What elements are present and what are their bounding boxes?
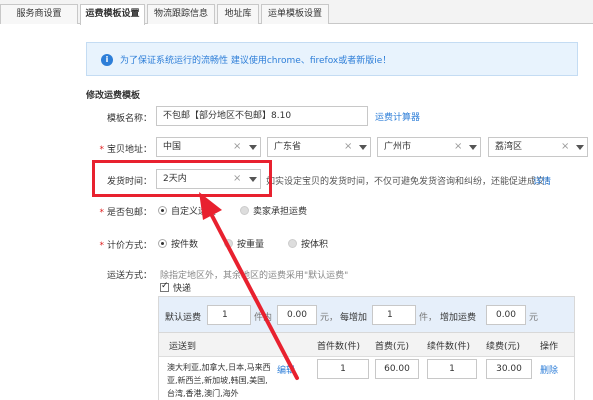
city-value: 广州市	[384, 142, 412, 152]
radio-by-count-label: 按件数	[171, 240, 199, 250]
radio-by-weight[interactable]	[224, 239, 233, 248]
tab-shipping-template[interactable]: 运费模板设置	[80, 4, 145, 25]
radio-custom-fee[interactable]	[158, 206, 167, 215]
free-shipping-label: * 是否包邮：	[99, 208, 152, 218]
th-add-fee: 续费(元)	[486, 342, 521, 352]
tab-bar: 服务商设置 运费模板设置 物流跟踪信息 地址库 运单模板设置	[0, 0, 593, 25]
browser-notice: i 为了保证系统运行的流畅性 建议使用chrome、firefox或者新版ie！	[86, 42, 578, 76]
notice-text: 为了保证系统运行的流畅性 建议使用chrome、firefox或者新版ie！	[120, 56, 392, 66]
district-select[interactable]: 荔湾区 ×	[488, 137, 588, 157]
chevron-down-icon	[249, 145, 257, 150]
shipping-calculator-link[interactable]: 运费计算器	[375, 110, 420, 123]
ship-time-detail-link[interactable]: 详情	[533, 174, 551, 187]
city-select[interactable]: 广州市 ×	[377, 137, 481, 157]
default-first-qty-input[interactable]: 1	[207, 305, 251, 325]
country-value: 中国	[163, 142, 182, 152]
radio-seller-pays[interactable]	[240, 206, 249, 215]
th-first-qty: 首件数(件)	[317, 342, 361, 352]
chevron-down-icon	[359, 145, 367, 150]
unit-items: 件，	[419, 313, 438, 323]
tab-logistics-tracking[interactable]: 物流跟踪信息	[147, 4, 215, 24]
origin-label: * 宝贝地址：	[99, 145, 152, 155]
unit-yuan: 元，	[320, 313, 339, 323]
unit-items-within: 件内	[254, 313, 273, 323]
add-fee-input[interactable]: 30.00	[486, 359, 532, 379]
info-icon: i	[101, 54, 113, 66]
template-name-label: 模板名称：	[106, 114, 152, 124]
th-first-fee: 首费(元)	[375, 342, 410, 352]
default-add-fee-input[interactable]: 0.00	[486, 305, 526, 325]
express-checkbox[interactable]	[160, 281, 169, 292]
province-select[interactable]: 广东省 ×	[267, 137, 371, 157]
highlight-box	[92, 160, 272, 197]
region-list: 澳大利亚,加拿大,日本,马来西亚,新西兰,新加坡,韩国,美国,台湾,香港,澳门,…	[167, 363, 271, 398]
rules-table-header: 运送到 首件数(件) 首费(元) 续件数(件) 续费(元) 操作	[159, 333, 574, 357]
delivery-hint: 除指定地区外，其余地区的运费采用"默认运费"	[160, 271, 349, 281]
radio-by-volume-label: 按体积	[301, 240, 329, 250]
each-add-label: 每增加	[340, 313, 368, 323]
chevron-down-icon	[469, 145, 477, 150]
express-label: 快递	[173, 284, 192, 294]
add-fee-label: 增加运费	[440, 313, 477, 323]
radio-by-weight-label: 按重量	[237, 240, 265, 250]
tab-address-library[interactable]: 地址库	[217, 4, 259, 24]
radio-by-count[interactable]	[158, 239, 167, 248]
radio-seller-pays-label: 卖家承担运费	[253, 207, 308, 217]
default-fee-label: 默认运费	[165, 313, 202, 323]
tab-waybill-template[interactable]: 运单模板设置	[261, 4, 329, 24]
edit-link[interactable]: 编辑	[277, 363, 295, 376]
default-fee-row: 默认运费 1 件内 0.00 元， 每增加 1 件， 增加运费 0.00 元	[159, 297, 574, 333]
clear-icon[interactable]: ×	[344, 138, 352, 156]
chevron-down-icon	[576, 145, 584, 150]
template-name-input[interactable]: 不包邮【部分地区不包邮】8.10	[156, 106, 368, 126]
first-qty-input[interactable]: 1	[317, 359, 369, 379]
pricing-label: * 计价方式：	[99, 241, 152, 251]
default-add-qty-input[interactable]: 1	[372, 305, 416, 325]
clear-icon[interactable]: ×	[233, 138, 241, 156]
section-title: 修改运费模板	[86, 91, 141, 101]
district-value: 荔湾区	[495, 142, 523, 152]
province-value: 广东省	[274, 142, 302, 152]
country-select[interactable]: 中国 ×	[156, 137, 261, 157]
tab-service-provider[interactable]: 服务商设置	[0, 4, 78, 24]
radio-custom-fee-label: 自定义运费	[171, 207, 217, 217]
add-qty-input[interactable]: 1	[427, 359, 477, 379]
first-fee-input[interactable]: 60.00	[375, 359, 419, 379]
ship-time-hint: 如实设定宝贝的发货时间，不仅可避免发货咨询和纠纷，还能促进成交！	[266, 177, 555, 187]
th-operation: 操作	[540, 342, 559, 352]
th-destination: 运送到	[169, 342, 197, 352]
unit-yuan-end: 元	[529, 313, 539, 323]
clear-icon[interactable]: ×	[561, 138, 569, 156]
radio-by-volume[interactable]	[288, 239, 297, 248]
shipping-rules-box: 默认运费 1 件内 0.00 元， 每增加 1 件， 增加运费 0.00 元 运…	[158, 296, 575, 400]
delivery-label: 运送方式：	[106, 271, 152, 281]
clear-icon[interactable]: ×	[454, 138, 462, 156]
th-add-qty: 续件数(件)	[427, 342, 471, 352]
default-first-fee-input[interactable]: 0.00	[277, 305, 317, 325]
delete-link[interactable]: 删除	[540, 363, 558, 376]
